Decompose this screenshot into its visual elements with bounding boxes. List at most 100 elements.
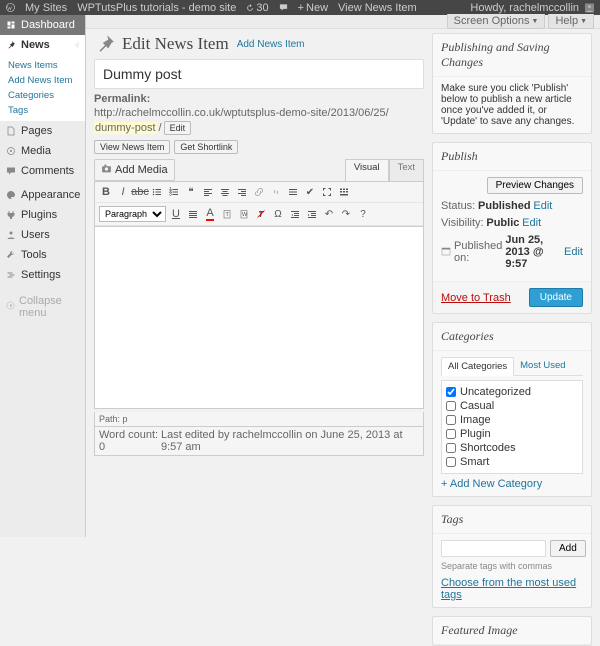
pubsave-metabox: Publishing and Saving Changes Make sure … — [432, 33, 592, 134]
italic-button[interactable]: I — [116, 185, 130, 199]
editor-tab-text[interactable]: Text — [389, 159, 424, 181]
spellcheck-button[interactable]: ✔ — [303, 185, 317, 199]
content-editor[interactable] — [94, 227, 424, 409]
pubdate-edit[interactable]: Edit — [564, 246, 583, 258]
ol-button[interactable]: 123 — [167, 185, 181, 199]
help-button[interactable]: ? — [356, 207, 370, 221]
menu-plugins[interactable]: Plugins — [0, 205, 85, 225]
header-add-new[interactable]: Add News Item — [237, 39, 305, 50]
tag-input[interactable] — [441, 540, 546, 557]
submenu-tags[interactable]: Tags — [0, 103, 85, 118]
align-left-button[interactable] — [201, 185, 215, 199]
cat-tab-mostused[interactable]: Most Used — [514, 357, 571, 375]
active-arrow-icon — [74, 41, 79, 49]
collapse-menu[interactable]: Collapse menu — [0, 289, 85, 325]
topbar-sitename[interactable]: WPTutsPlus tutorials - demo site — [77, 2, 236, 14]
submenu-news-items[interactable]: News Items — [0, 58, 85, 73]
status-edit[interactable]: Edit — [533, 200, 552, 212]
menu-pages[interactable]: Pages — [0, 121, 85, 141]
category-checkbox[interactable] — [446, 443, 456, 453]
format-select[interactable]: Paragraph — [99, 206, 166, 222]
underline-button[interactable]: U — [169, 207, 183, 221]
category-item[interactable]: Plugin — [446, 427, 578, 441]
menu-appearance[interactable]: Appearance — [0, 185, 85, 205]
submenu-categories[interactable]: Categories — [0, 88, 85, 103]
topbar-mysites[interactable]: My Sites — [25, 2, 67, 14]
view-item-button[interactable]: View News Item — [94, 140, 170, 154]
blockquote-button[interactable]: ❝ — [184, 185, 198, 199]
comments-icon[interactable] — [279, 3, 288, 12]
svg-text:3: 3 — [169, 192, 172, 198]
indent-button[interactable] — [305, 207, 319, 221]
menu-comments[interactable]: Comments — [0, 161, 85, 181]
outdent-button[interactable] — [288, 207, 302, 221]
visibility-edit[interactable]: Edit — [522, 217, 541, 229]
cat-tab-all[interactable]: All Categories — [441, 357, 514, 376]
redo-button[interactable]: ↷ — [339, 207, 353, 221]
category-item[interactable]: Casual — [446, 399, 578, 413]
featured-metabox: Featured Image — [432, 616, 592, 646]
menu-media[interactable]: Media — [0, 141, 85, 161]
add-category[interactable]: + Add New Category — [441, 478, 542, 490]
undo-button[interactable]: ↶ — [322, 207, 336, 221]
paste-word-button[interactable]: W — [237, 207, 251, 221]
align-right-button[interactable] — [235, 185, 249, 199]
tag-add-button[interactable]: Add — [550, 540, 586, 557]
permalink-edit-button[interactable]: Edit — [164, 121, 192, 135]
ul-button[interactable] — [150, 185, 164, 199]
category-checkbox[interactable] — [446, 401, 456, 411]
publish-metabox: Publish Preview Changes Status: Publishe… — [432, 142, 592, 314]
tags-metabox: Tags Add Separate tags with commas Choos… — [432, 505, 592, 608]
chevron-down-icon: ▼ — [580, 18, 587, 25]
category-item[interactable]: Shortcodes — [446, 441, 578, 455]
more-button[interactable] — [286, 185, 300, 199]
align-center-button[interactable] — [218, 185, 232, 199]
svg-text:W: W — [242, 212, 248, 218]
topbar-new[interactable]: + New — [298, 2, 328, 14]
menu-tools[interactable]: Tools — [0, 245, 85, 265]
post-title-input[interactable] — [94, 59, 424, 89]
screen-options-tab[interactable]: Screen Options ▼ — [447, 14, 546, 29]
wordpress-logo-icon[interactable] — [6, 3, 15, 12]
align-justify-button[interactable] — [186, 207, 200, 221]
category-checkbox[interactable] — [446, 457, 456, 467]
bold-button[interactable]: B — [99, 185, 113, 199]
category-checkbox[interactable] — [446, 429, 456, 439]
media-icon — [6, 146, 16, 156]
charmap-button[interactable]: Ω — [271, 207, 285, 221]
paste-text-button[interactable]: T — [220, 207, 234, 221]
editor-tab-visual[interactable]: Visual — [345, 159, 389, 181]
categories-metabox: Categories All Categories Most Used Unca… — [432, 322, 592, 497]
topbar-howdy[interactable]: Howdy, rachelmccollin — [470, 2, 579, 14]
update-button[interactable]: Update — [529, 288, 583, 307]
fullscreen-button[interactable] — [320, 185, 334, 199]
avatar[interactable] — [585, 3, 594, 12]
tag-hint: Separate tags with commas — [441, 561, 583, 571]
textcolor-button[interactable]: A — [203, 207, 217, 221]
add-media-button[interactable]: Add Media — [94, 159, 175, 181]
menu-news[interactable]: News — [0, 35, 85, 55]
category-item[interactable]: Image — [446, 413, 578, 427]
kitchensink-button[interactable] — [337, 185, 351, 199]
menu-settings[interactable]: Settings — [0, 265, 85, 285]
move-to-trash[interactable]: Move to Trash — [441, 292, 511, 304]
strike-button[interactable]: abc — [133, 185, 147, 199]
topbar-view[interactable]: View News Item — [338, 2, 417, 14]
menu-users[interactable]: Users — [0, 225, 85, 245]
submenu-add-news[interactable]: Add News Item — [0, 73, 85, 88]
remove-format-button[interactable] — [254, 207, 268, 221]
comments-menu-icon — [6, 166, 16, 176]
link-button[interactable] — [252, 185, 266, 199]
help-tab[interactable]: Help ▼ — [548, 14, 594, 29]
dashboard-icon — [6, 20, 16, 30]
tag-choose[interactable]: Choose from the most used tags — [441, 577, 576, 601]
menu-dashboard[interactable]: Dashboard — [0, 15, 85, 35]
category-item[interactable]: Uncategorized — [446, 385, 578, 399]
category-item[interactable]: Smart — [446, 455, 578, 469]
category-checkbox[interactable] — [446, 387, 456, 397]
topbar-updates[interactable]: 30 — [246, 2, 268, 14]
category-checkbox[interactable] — [446, 415, 456, 425]
preview-button[interactable]: Preview Changes — [487, 177, 583, 194]
unlink-button[interactable] — [269, 185, 283, 199]
get-shortlink-button[interactable]: Get Shortlink — [174, 140, 238, 154]
